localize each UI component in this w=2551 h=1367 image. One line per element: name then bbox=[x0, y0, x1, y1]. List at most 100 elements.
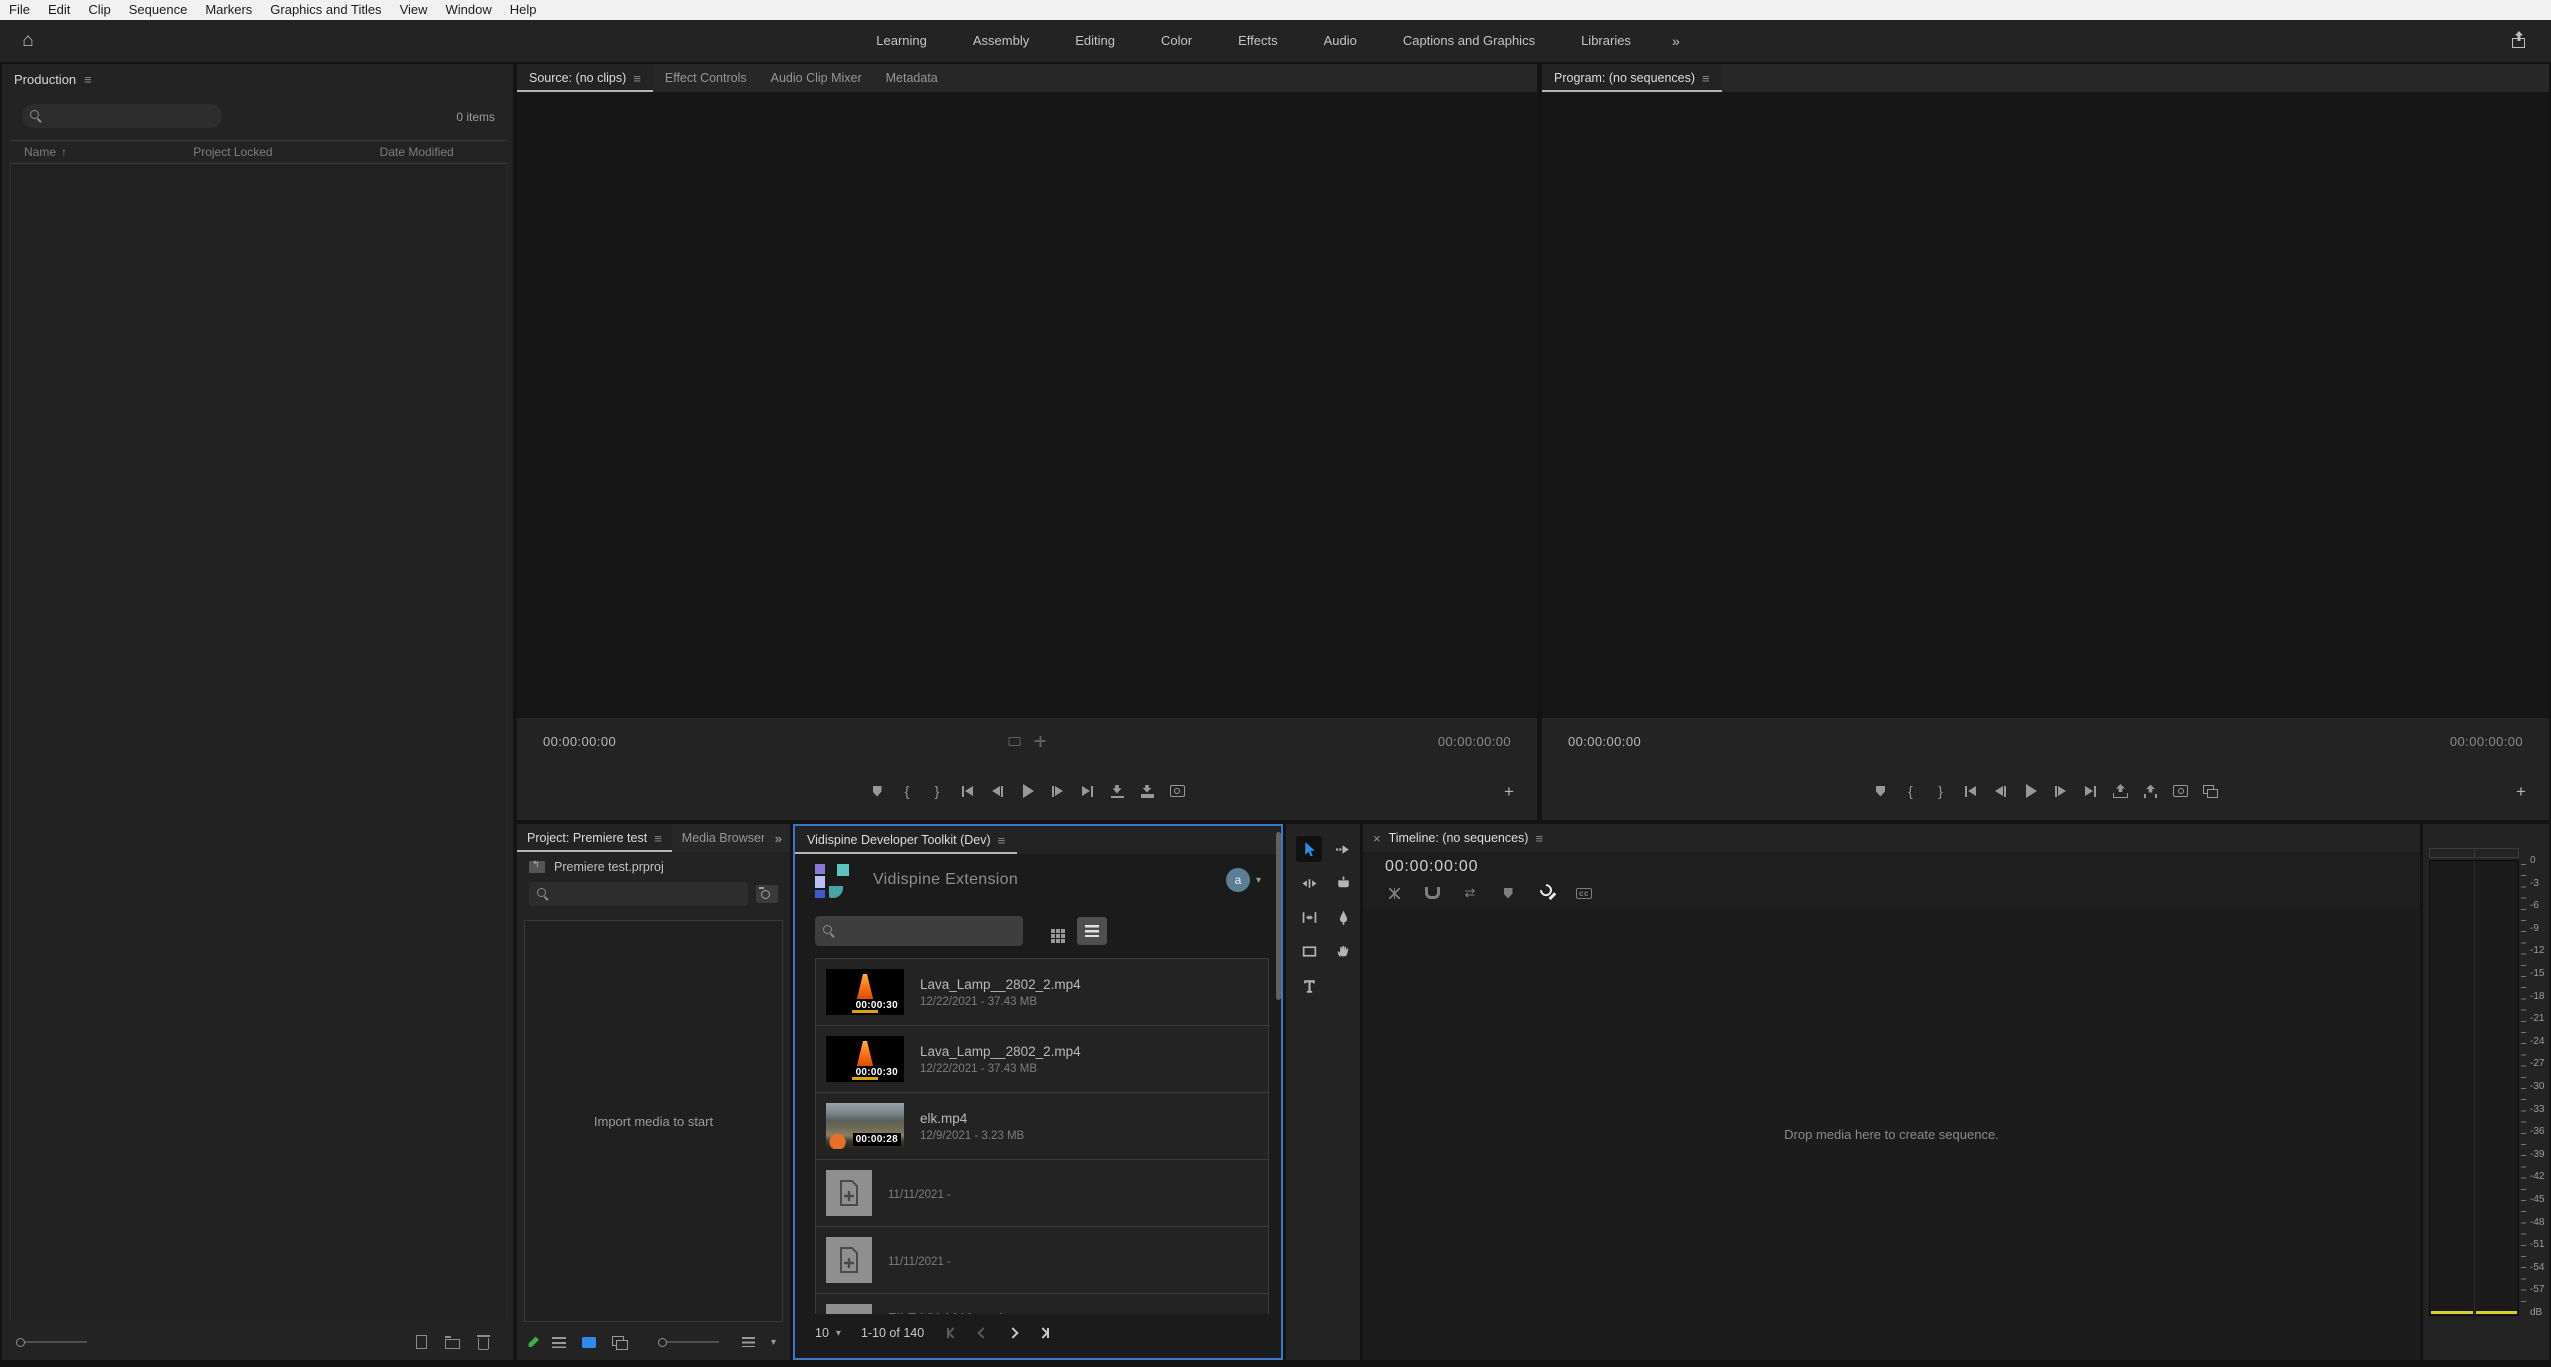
timeline-tab[interactable]: Timeline: (no sequences) ≡ bbox=[1387, 824, 1555, 852]
extract-icon[interactable] bbox=[2142, 782, 2160, 800]
insert-icon[interactable] bbox=[1108, 782, 1126, 800]
go-to-out-icon[interactable] bbox=[1078, 782, 1096, 800]
last-page-icon[interactable] bbox=[1036, 1326, 1050, 1340]
nest-icon[interactable] bbox=[1385, 884, 1403, 902]
pen-tool[interactable] bbox=[1330, 904, 1356, 930]
audio-meter[interactable] bbox=[2429, 860, 2519, 1316]
play-icon[interactable] bbox=[1018, 782, 1036, 800]
vidispine-tab[interactable]: Vidispine Developer Toolkit (Dev) ≡ bbox=[795, 826, 1017, 854]
monitor-tab[interactable]: Source: (no clips) ≡ bbox=[517, 64, 653, 92]
monitor-tab[interactable]: Metadata ≡ bbox=[874, 64, 950, 92]
home-icon[interactable]: ⌂ bbox=[16, 29, 40, 53]
button-editor-icon[interactable]: + bbox=[1497, 780, 1521, 804]
prev-page-icon[interactable] bbox=[976, 1326, 990, 1340]
panel-menu-icon[interactable]: ≡ bbox=[1535, 831, 1543, 846]
workspace-tab[interactable]: Color bbox=[1138, 20, 1215, 62]
scrollbar[interactable] bbox=[1276, 832, 1281, 1000]
track-select-forward-tool[interactable] bbox=[1330, 836, 1356, 862]
panel-menu-icon[interactable]: ≡ bbox=[84, 72, 92, 87]
type-tool[interactable] bbox=[1296, 972, 1322, 998]
new-bin-icon[interactable] bbox=[445, 1339, 460, 1349]
monitor-settings-icon[interactable] bbox=[1035, 736, 1046, 747]
step-back-icon[interactable] bbox=[1992, 782, 2010, 800]
button-editor-icon[interactable]: + bbox=[2509, 780, 2533, 804]
workspace-tab[interactable]: Libraries bbox=[1558, 20, 1654, 62]
mark-out-icon[interactable] bbox=[928, 782, 946, 800]
hand-tool[interactable] bbox=[1330, 938, 1356, 964]
menu-item[interactable]: Help bbox=[501, 0, 546, 20]
panel-menu-icon[interactable]: ≡ bbox=[998, 833, 1006, 848]
menu-item[interactable]: Graphics and Titles bbox=[261, 0, 390, 20]
mark-in-icon[interactable] bbox=[898, 782, 916, 800]
monitor-tab[interactable]: Effect Controls ≡ bbox=[653, 64, 759, 92]
list-item[interactable]: FILE-VX-1619.mp4 11/8/2021 - bbox=[815, 1293, 1269, 1314]
new-item-icon[interactable] bbox=[416, 1335, 427, 1349]
monitor-tab[interactable]: Audio Clip Mixer ≡ bbox=[759, 64, 874, 92]
project-file-name[interactable]: Premiere test.prproj bbox=[554, 860, 664, 874]
workspace-tab[interactable]: Assembly bbox=[950, 20, 1052, 62]
slip-tool[interactable] bbox=[1296, 904, 1322, 930]
list-item[interactable]: 11/11/2021 - bbox=[815, 1159, 1269, 1226]
snap-icon[interactable] bbox=[1423, 884, 1441, 902]
freeform-view-icon[interactable] bbox=[612, 1336, 628, 1349]
list-view-icon[interactable] bbox=[552, 1337, 566, 1348]
timeline-settings-icon[interactable] bbox=[1537, 884, 1555, 902]
timeline-timecode[interactable]: 00:00:00:00 bbox=[1385, 858, 1478, 876]
thumbnail-zoom-slider[interactable] bbox=[658, 1338, 719, 1347]
panel-menu-icon[interactable]: ≡ bbox=[1702, 71, 1710, 86]
grid-view-icon[interactable] bbox=[1051, 929, 1055, 933]
comparison-view-icon[interactable] bbox=[2202, 782, 2220, 800]
mark-in-icon[interactable] bbox=[1902, 782, 1920, 800]
folder-up-icon[interactable] bbox=[529, 861, 545, 873]
list-item[interactable]: 00:00:28 elk.mp4 12/9/2021 - 3.23 MB bbox=[815, 1092, 1269, 1159]
production-search[interactable] bbox=[22, 104, 222, 128]
menu-item[interactable]: View bbox=[391, 0, 437, 20]
vidispine-search[interactable] bbox=[815, 916, 1023, 946]
list-item[interactable]: 00:00:30 Lava_Lamp__2802_2.mp4 12/22/202… bbox=[815, 1025, 1269, 1092]
list-view-icon[interactable] bbox=[1077, 917, 1107, 945]
menu-item[interactable]: Clip bbox=[79, 0, 119, 20]
chevron-down-icon[interactable]: ▾ bbox=[1256, 875, 1261, 886]
lift-icon[interactable] bbox=[2112, 782, 2130, 800]
step-forward-icon[interactable] bbox=[2052, 782, 2070, 800]
go-to-in-icon[interactable] bbox=[958, 782, 976, 800]
column-header-name[interactable]: Name↑ bbox=[10, 145, 193, 159]
workspace-tab[interactable]: Effects bbox=[1215, 20, 1301, 62]
step-forward-icon[interactable] bbox=[1048, 782, 1066, 800]
program-current-timecode[interactable]: 00:00:00:00 bbox=[1568, 734, 1641, 749]
rectangle-tool[interactable] bbox=[1296, 938, 1322, 964]
selection-tool[interactable] bbox=[1296, 836, 1322, 862]
mark-out-icon[interactable] bbox=[1932, 782, 1950, 800]
list-item[interactable]: 11/11/2021 - bbox=[815, 1226, 1269, 1293]
go-to-in-icon[interactable] bbox=[1962, 782, 1980, 800]
production-search-input[interactable] bbox=[48, 109, 214, 123]
captions-icon[interactable] bbox=[1575, 884, 1593, 902]
export-frame-icon[interactable] bbox=[1168, 782, 1186, 800]
share-icon[interactable] bbox=[2509, 31, 2529, 51]
export-frame-icon[interactable] bbox=[2172, 782, 2190, 800]
workspace-tab[interactable]: Captions and Graphics bbox=[1380, 20, 1558, 62]
source-current-timecode[interactable]: 00:00:00:00 bbox=[543, 734, 616, 749]
project-search[interactable] bbox=[529, 882, 748, 906]
overwrite-icon[interactable] bbox=[1138, 782, 1156, 800]
close-icon[interactable]: × bbox=[1363, 824, 1387, 852]
search-bins-icon[interactable] bbox=[756, 885, 778, 903]
linked-selection-icon[interactable] bbox=[1461, 884, 1479, 902]
column-header-date-modified[interactable]: Date Modified bbox=[380, 145, 507, 159]
vidispine-search-input[interactable] bbox=[841, 924, 1015, 938]
media-browser-tab[interactable]: Media Browser bbox=[672, 824, 764, 852]
panel-menu-icon[interactable]: ≡ bbox=[633, 71, 641, 86]
list-item[interactable]: 00:00:30 Lava_Lamp__2802_2.mp4 12/22/202… bbox=[815, 958, 1269, 1025]
play-icon[interactable] bbox=[2022, 782, 2040, 800]
project-search-input[interactable] bbox=[555, 887, 740, 901]
razor-tool[interactable] bbox=[1330, 870, 1356, 896]
workspace-overflow-icon[interactable]: » bbox=[1654, 33, 1698, 49]
project-tab[interactable]: Project: Premiere test ≡ bbox=[517, 824, 672, 852]
workspace-tab[interactable]: Learning bbox=[853, 20, 950, 62]
menu-item[interactable]: Window bbox=[437, 0, 501, 20]
panel-menu-icon[interactable]: ≡ bbox=[654, 831, 662, 846]
go-to-out-icon[interactable] bbox=[2082, 782, 2100, 800]
step-back-icon[interactable] bbox=[988, 782, 1006, 800]
sort-icon[interactable] bbox=[742, 1337, 755, 1347]
timeline-drop-area[interactable]: Drop media here to create sequence. bbox=[1363, 908, 2420, 1360]
